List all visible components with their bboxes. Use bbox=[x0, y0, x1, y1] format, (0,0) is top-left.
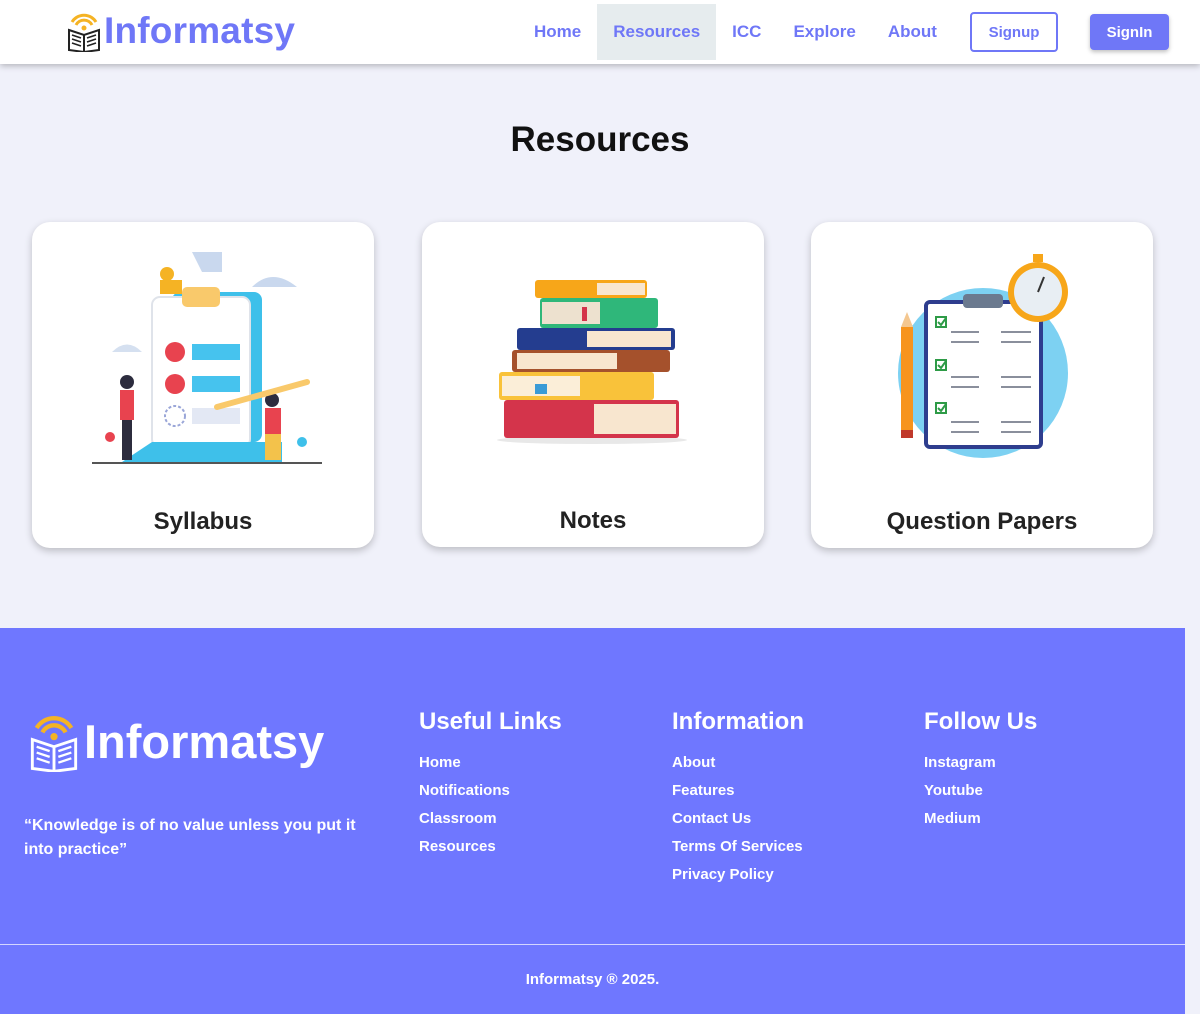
footer-quote: “Knowledge is of no value unless you put… bbox=[24, 817, 356, 858]
brand-logo[interactable]: Informatsy bbox=[66, 10, 295, 52]
signup-button[interactable]: Signup bbox=[970, 12, 1058, 52]
follow-us-column: Follow Us Instagram Youtube Medium bbox=[924, 708, 1037, 837]
footer-link-home[interactable]: Home bbox=[419, 753, 562, 781]
book-wifi-logo-icon bbox=[30, 716, 78, 772]
useful-links-column: Useful Links Home Notifications Classroo… bbox=[419, 708, 562, 865]
footer-link-terms[interactable]: Terms Of Services bbox=[672, 837, 804, 865]
footer-link-about[interactable]: About bbox=[672, 753, 804, 781]
book-wifi-logo-icon bbox=[68, 13, 100, 52]
follow-us-heading: Follow Us bbox=[924, 708, 1038, 735]
nav-about[interactable]: About bbox=[872, 4, 953, 60]
footer-link-youtube[interactable]: Youtube bbox=[924, 781, 1037, 809]
question-papers-card-title: Question Papers bbox=[886, 508, 1078, 535]
footer-link-medium[interactable]: Medium bbox=[924, 809, 1037, 837]
nav-explore[interactable]: Explore bbox=[777, 4, 871, 60]
footer-link-notifications[interactable]: Notifications bbox=[419, 781, 562, 809]
brand-name: Informatsy bbox=[104, 10, 296, 51]
notes-card-title: Notes bbox=[559, 507, 627, 534]
books-stack-illustration-icon bbox=[497, 280, 687, 444]
information-heading: Information bbox=[672, 708, 804, 735]
copyright-text: Informatsy ® 2025. bbox=[525, 971, 660, 988]
footer-brand-name: Informatsy bbox=[84, 714, 325, 768]
footer-brand-logo[interactable]: Informatsy bbox=[28, 710, 324, 772]
checklist-clipboard-illustration-icon bbox=[898, 254, 1068, 458]
footer-divider bbox=[0, 944, 1185, 945]
nav-home[interactable]: Home bbox=[518, 4, 597, 60]
footer-link-privacy[interactable]: Privacy Policy bbox=[672, 865, 804, 893]
syllabus-card[interactable]: Syllabus bbox=[32, 222, 374, 548]
footer-link-instagram[interactable]: Instagram bbox=[924, 753, 1037, 781]
footer-link-resources[interactable]: Resources bbox=[419, 837, 562, 865]
information-column: Information About Features Contact Us Te… bbox=[672, 708, 804, 893]
footer-link-contact-us[interactable]: Contact Us bbox=[672, 809, 804, 837]
notes-card[interactable]: Notes bbox=[422, 222, 764, 547]
top-navbar: Informatsy Home Resources ICC Explore Ab… bbox=[0, 0, 1200, 64]
nav-resources[interactable]: Resources bbox=[597, 4, 717, 60]
useful-links-heading: Useful Links bbox=[419, 708, 562, 735]
question-papers-card[interactable]: Question Papers bbox=[811, 222, 1153, 548]
nav-icc[interactable]: ICC bbox=[716, 4, 777, 60]
page-title: Resources bbox=[510, 120, 690, 159]
footer-link-features[interactable]: Features bbox=[672, 781, 804, 809]
main-nav: Home Resources ICC Explore About bbox=[518, 4, 953, 60]
syllabus-card-title: Syllabus bbox=[153, 508, 253, 535]
site-footer: Informatsy “Knowledge is of no value unl… bbox=[0, 628, 1185, 1014]
signin-button[interactable]: SignIn bbox=[1090, 14, 1169, 50]
syllabus-illustration-icon bbox=[92, 252, 322, 464]
footer-link-classroom[interactable]: Classroom bbox=[419, 809, 562, 837]
